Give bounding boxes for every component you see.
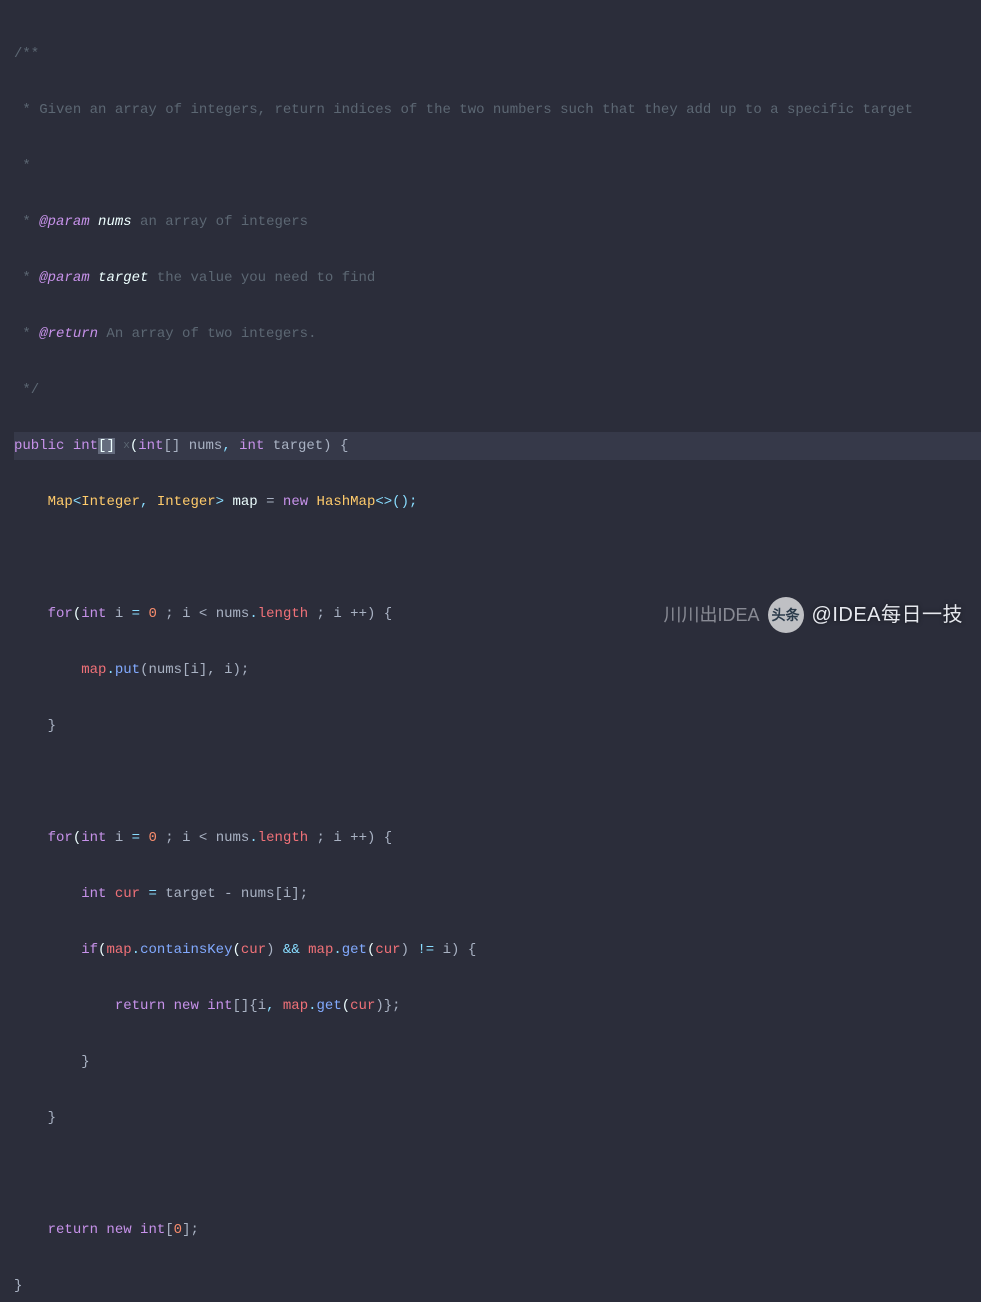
code-line: Map<Integer, Integer> map = new HashMap<…: [14, 488, 981, 516]
code-editor[interactable]: /** * Given an array of integers, return…: [0, 12, 981, 1302]
code-line: [14, 768, 981, 796]
watermark-main: @IDEA每日一技: [812, 601, 964, 629]
code-line: }: [14, 1272, 981, 1300]
code-line: */: [14, 376, 981, 404]
code-line: * @param nums an array of integers: [14, 208, 981, 236]
code-line: *: [14, 152, 981, 180]
code-line: int cur = target - nums[i];: [14, 880, 981, 908]
code-line: [14, 1160, 981, 1188]
code-line: }: [14, 1048, 981, 1076]
watermark: 川川出IDEA 头条 @IDEA每日一技: [669, 597, 963, 633]
code-line: * Given an array of integers, return ind…: [14, 96, 981, 124]
code-line: return new int[]{i, map.get(cur)};: [14, 992, 981, 1020]
code-line: for(int i = 0 ; i < nums.length ; i ++) …: [14, 824, 981, 852]
code-line: map.put(nums[i], i);: [14, 656, 981, 684]
code-line-current: public int[] x(int[] nums, int target) {: [14, 432, 981, 460]
code-line: /**: [14, 40, 981, 68]
code-line: [14, 544, 981, 572]
watermark-secondary: 川川出IDEA: [663, 601, 759, 629]
code-line: return new int[0];: [14, 1216, 981, 1244]
code-line: if(map.containsKey(cur) && map.get(cur) …: [14, 936, 981, 964]
code-line: * @return An array of two integers.: [14, 320, 981, 348]
code-line: * @param target the value you need to fi…: [14, 264, 981, 292]
cursor-selection: []: [98, 438, 115, 454]
watermark-badge-icon: 头条: [768, 597, 804, 633]
code-line: }: [14, 1104, 981, 1132]
code-line: }: [14, 712, 981, 740]
method-placeholder: x: [123, 440, 130, 452]
